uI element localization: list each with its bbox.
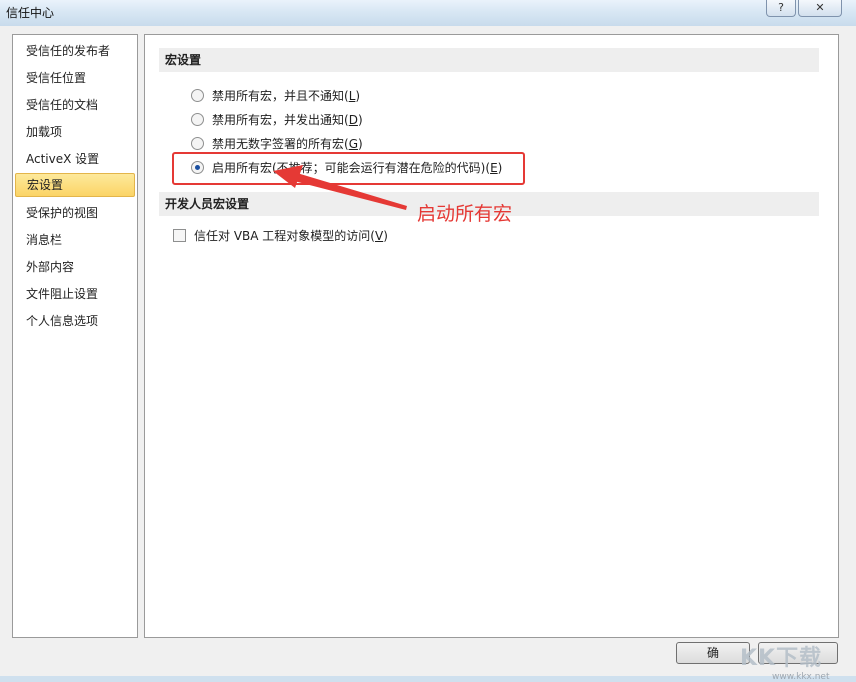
- watermark-logo: KK下载: [740, 646, 823, 671]
- sidebar-item-message-bar[interactable]: 消息栏: [15, 228, 135, 252]
- ok-button[interactable]: 确: [676, 642, 750, 664]
- sidebar-item-activex[interactable]: ActiveX 设置: [15, 147, 135, 171]
- radio-disable-with-notify[interactable]: [191, 113, 204, 126]
- sidebar: 受信任的发布者 受信任位置 受信任的文档 加载项 ActiveX 设置 宏设置 …: [12, 34, 138, 638]
- help-button[interactable]: ?: [766, 0, 796, 17]
- annotation-highlight-box: [172, 152, 525, 185]
- option-trust-vba[interactable]: 信任对 VBA 工程对象模型的访问(V): [173, 227, 388, 245]
- dialog-body: 受信任的发布者 受信任位置 受信任的文档 加载项 ActiveX 设置 宏设置 …: [0, 26, 856, 682]
- annotation-label: 启动所有宏: [417, 203, 513, 225]
- sidebar-item-macro-settings[interactable]: 宏设置: [15, 173, 135, 197]
- sidebar-item-trusted-publishers[interactable]: 受信任的发布者: [15, 39, 135, 63]
- settings-panel: 宏设置 禁用所有宏，并且不通知(L) 禁用所有宏，并发出通知(D) 禁用无数字签…: [144, 34, 839, 638]
- watermark-url: www.kkx.net: [772, 672, 830, 682]
- option-disable-unsigned[interactable]: 禁用无数字签署的所有宏(G): [191, 135, 363, 153]
- sidebar-item-privacy-options[interactable]: 个人信息选项: [15, 309, 135, 333]
- window-title: 信任中心: [6, 6, 55, 20]
- sidebar-item-protected-view[interactable]: 受保护的视图: [15, 201, 135, 225]
- help-icon: ?: [778, 1, 784, 14]
- sidebar-item-external-content[interactable]: 外部内容: [15, 255, 135, 279]
- option-disable-with-notify[interactable]: 禁用所有宏，并发出通知(D): [191, 111, 363, 129]
- radio-disable-no-notify[interactable]: [191, 89, 204, 102]
- macro-settings-header: 宏设置: [159, 48, 819, 72]
- title-bar: 信任中心 ? ✕: [0, 0, 856, 26]
- sidebar-item-trusted-documents[interactable]: 受信任的文档: [15, 93, 135, 117]
- option-disable-no-notify[interactable]: 禁用所有宏，并且不通知(L): [191, 87, 360, 105]
- close-button[interactable]: ✕: [798, 0, 842, 17]
- checkbox-trust-vba[interactable]: [173, 229, 186, 242]
- sidebar-item-trusted-locations[interactable]: 受信任位置: [15, 66, 135, 90]
- close-icon: ✕: [815, 1, 825, 14]
- sidebar-item-add-ins[interactable]: 加载项: [15, 120, 135, 144]
- sidebar-item-file-block[interactable]: 文件阻止设置: [15, 282, 135, 306]
- radio-disable-unsigned[interactable]: [191, 137, 204, 150]
